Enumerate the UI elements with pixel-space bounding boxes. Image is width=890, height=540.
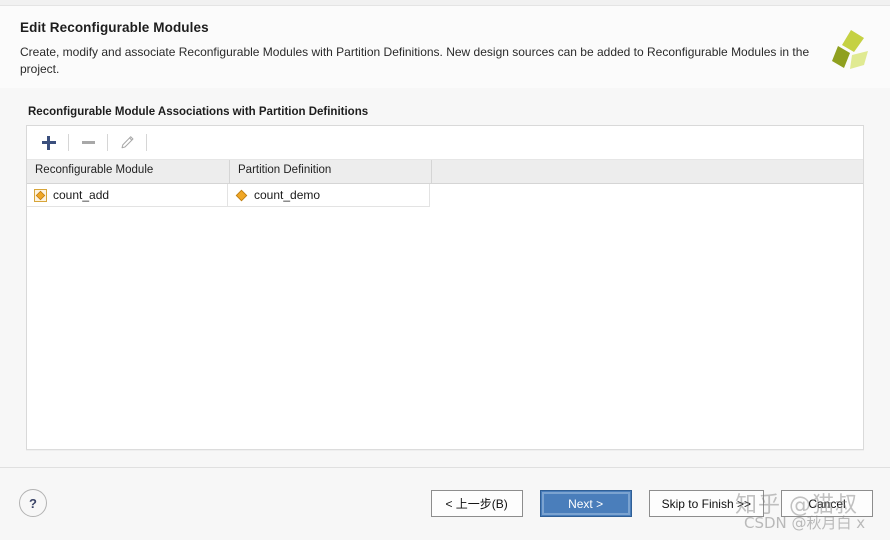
- wizard-footer: ? < 上一步(B) Next > Skip to Finish >> Canc…: [0, 467, 890, 540]
- back-button[interactable]: < 上一步(B): [431, 490, 523, 517]
- minus-icon: [82, 141, 95, 144]
- table-row[interactable]: count_add count_demo: [27, 184, 430, 207]
- toolbar-divider: [146, 134, 147, 151]
- edit-association-button[interactable]: [113, 130, 141, 156]
- vivado-logo-icon: [824, 28, 872, 74]
- cancel-button[interactable]: Cancel: [781, 490, 873, 517]
- plus-icon: [42, 136, 56, 150]
- cell-partition-definition[interactable]: count_demo: [228, 184, 430, 206]
- wizard-button-row: < 上一步(B) Next > Skip to Finish >> Cancel: [414, 490, 873, 517]
- wizard-body: Reconfigurable Module Associations with …: [0, 88, 890, 467]
- wizard-dialog: Edit Reconfigurable Modules Create, modi…: [0, 0, 890, 540]
- add-association-button[interactable]: [35, 130, 63, 156]
- partition-definition-icon: [235, 189, 248, 202]
- reconfigurable-module-name: count_add: [53, 188, 109, 202]
- associations-panel: Reconfigurable Module Partition Definiti…: [26, 125, 864, 450]
- associations-table: Reconfigurable Module Partition Definiti…: [27, 160, 863, 449]
- wizard-header: Edit Reconfigurable Modules Create, modi…: [0, 6, 890, 88]
- page-title: Edit Reconfigurable Modules: [20, 20, 870, 35]
- column-header-filler: [432, 160, 863, 183]
- page-description: Create, modify and associate Reconfigura…: [20, 44, 820, 78]
- toolbar-divider: [107, 134, 108, 151]
- pencil-icon: [120, 135, 135, 150]
- section-label: Reconfigurable Module Associations with …: [28, 106, 864, 118]
- table-toolbar: [27, 126, 863, 160]
- column-header-reconfigurable-module[interactable]: Reconfigurable Module: [27, 160, 230, 183]
- remove-association-button[interactable]: [74, 130, 102, 156]
- cell-reconfigurable-module[interactable]: count_add: [27, 184, 228, 206]
- toolbar-divider: [68, 134, 69, 151]
- next-button[interactable]: Next >: [540, 490, 632, 517]
- table-header-row: Reconfigurable Module Partition Definiti…: [27, 160, 863, 184]
- column-header-partition-definition[interactable]: Partition Definition: [230, 160, 432, 183]
- skip-to-finish-button[interactable]: Skip to Finish >>: [649, 490, 764, 517]
- table-body: count_add count_demo: [27, 184, 863, 449]
- reconfigurable-module-icon: [34, 189, 47, 202]
- partition-definition-name: count_demo: [254, 188, 320, 202]
- help-icon[interactable]: ?: [19, 489, 47, 517]
